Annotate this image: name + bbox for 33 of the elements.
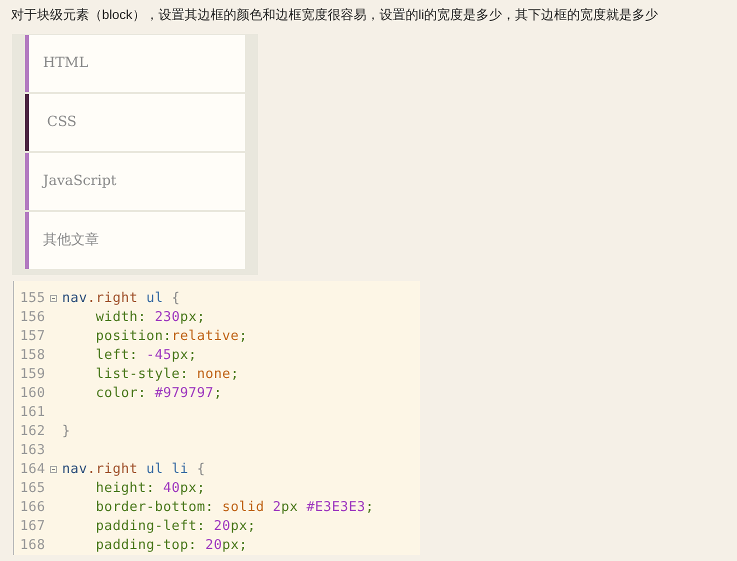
code-line: nav.right ul li { [62,460,206,479]
line-number: 161 [19,403,44,422]
line-number: 158 [19,346,44,365]
code-line: } [62,422,70,441]
nav-item[interactable]: HTML [25,35,245,92]
line-number: 155 [19,289,44,308]
line-number: 165 [19,479,44,498]
code-line: height: 40px; [94,479,206,498]
code-line: border-bottom: solid 2px #E3E3E3; [94,498,374,517]
code-line: position:relative; [94,327,248,346]
fold-marker-icon[interactable] [50,466,56,473]
fold-marker-icon[interactable] [50,295,56,302]
code-line: color: #979797; [94,384,222,403]
code-line: left: -45px; [94,346,197,365]
line-number: 159 [19,365,44,384]
code-line: padding-left: 20px; [94,517,256,536]
line-number: 167 [19,517,44,536]
code-line: padding-top: 20px; [94,536,248,555]
line-number: 160 [19,384,44,403]
line-number: 168 [19,536,44,555]
line-number: 156 [19,308,44,327]
nav-item[interactable]: JavaScript [25,153,245,210]
intro-paragraph: 对于块级元素（block），设置其边框的颜色和边框宽度很容易，设置的li的宽度是多少，其下边框的宽度就是多少 [11,6,660,24]
line-number: 157 [19,327,44,346]
code-line: width: 230px; [94,308,206,327]
line-number: 164 [19,460,44,479]
line-number: 166 [19,498,44,517]
line-number: 162 [19,422,44,441]
nav-item[interactable]: 其他文章 [25,212,245,269]
line-number: 163 [19,441,44,460]
code-line: list-style: none; [94,365,239,384]
code-line: nav.right ul { [62,289,180,308]
nav-item[interactable]: CSS [25,94,245,151]
